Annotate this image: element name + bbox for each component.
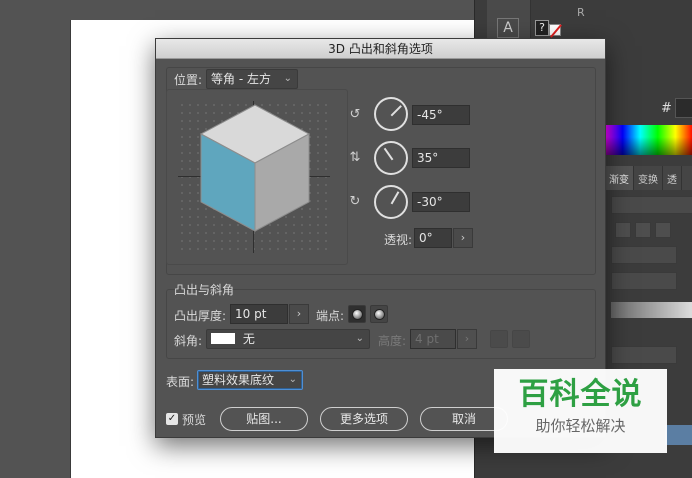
position-label: 位置:: [174, 73, 203, 87]
position-dropdown[interactable]: 等角 - 左方 ⌄: [206, 69, 298, 89]
surface-label: 表面:: [166, 375, 195, 389]
help-icon[interactable]: ?: [535, 20, 549, 36]
x-axis-rotation-icon: ↺: [349, 107, 361, 122]
bevel-shape-swatch: [211, 333, 235, 344]
height-value: 4 pt: [415, 332, 439, 346]
preview-checkbox[interactable]: ✓: [166, 413, 178, 425]
panel-option-button[interactable]: [635, 222, 651, 238]
z-rotation-input[interactable]: -30°: [412, 192, 470, 212]
color-spectrum[interactable]: [605, 125, 692, 155]
bevel-dropdown[interactable]: 无 ⌄: [206, 329, 370, 349]
type-tool-icon[interactable]: A: [497, 18, 519, 38]
dial-needle: [383, 147, 394, 161]
hex-label: #: [661, 101, 672, 116]
cube-trackball[interactable]: [178, 101, 330, 253]
r-channel-label: R: [577, 6, 585, 19]
surface-value: 塑料效果底纹: [202, 373, 275, 387]
tab-gradient[interactable]: 渐变: [605, 166, 634, 190]
perspective-label: 透视:: [384, 233, 413, 247]
hex-input[interactable]: [675, 98, 692, 118]
preview-label: 预览: [182, 413, 207, 427]
cap-off-icon: [374, 309, 385, 320]
panel-option-button[interactable]: [655, 222, 671, 238]
surface-dropdown[interactable]: 塑料效果底纹 ⌄: [197, 370, 303, 390]
depth-input[interactable]: 10 pt ›: [230, 304, 309, 324]
watermark-logo: 百科全说 助你轻松解决: [494, 369, 667, 453]
perspective-value: 0°: [419, 231, 433, 245]
selected-layer-row[interactable]: [665, 425, 692, 445]
height-label: 高度:: [378, 334, 407, 348]
depth-label: 凸出厚度:: [174, 309, 227, 323]
position-value: 等角 - 左方: [211, 72, 271, 86]
chevron-right-icon: ›: [457, 329, 477, 349]
cube-preview[interactable]: [178, 101, 330, 253]
cap-off-button[interactable]: [370, 305, 388, 323]
dialog-title: 3D 凸出和斜角选项: [156, 39, 605, 59]
bevel-in-button: [512, 330, 530, 348]
z-axis-rotation-icon: ↻: [349, 194, 361, 209]
cap-on-icon: [352, 309, 363, 320]
cap-on-button[interactable]: [348, 305, 366, 323]
watermark-sub-text: 助你轻松解决: [535, 417, 626, 435]
panel-dropdown[interactable]: [611, 246, 677, 264]
none-swatch-icon[interactable]: [549, 24, 561, 36]
bevel-out-button: [490, 330, 508, 348]
chevron-right-icon[interactable]: ›: [289, 304, 309, 324]
panel-option-button[interactable]: [615, 222, 631, 238]
chevron-down-icon: ⌄: [283, 73, 292, 84]
bevel-label: 斜角:: [174, 334, 203, 348]
dial-needle: [390, 105, 402, 117]
gradient-slider[interactable]: [611, 302, 692, 318]
chevron-down-icon: ⌄: [355, 333, 364, 344]
depth-value: 10 pt: [235, 307, 267, 321]
dial-needle: [390, 191, 400, 205]
bevel-value: 无: [242, 332, 255, 346]
chevron-down-icon: ⌄: [288, 374, 297, 385]
y-rotation-input[interactable]: 35°: [412, 148, 470, 168]
x-rotation-input[interactable]: -45°: [412, 105, 470, 125]
z-rotation-dial[interactable]: [374, 185, 408, 219]
chevron-right-icon[interactable]: ›: [453, 228, 473, 248]
tab-transparency[interactable]: 透: [663, 166, 682, 190]
perspective-input[interactable]: 0° ›: [414, 228, 473, 248]
map-button[interactable]: 贴图...: [220, 407, 308, 431]
x-rotation-dial[interactable]: [374, 97, 408, 131]
cap-label: 端点:: [316, 309, 345, 323]
extrude-bevel-section-label: 凸出与斜角: [174, 283, 235, 297]
panel-dropdown[interactable]: [611, 346, 677, 364]
height-input: 4 pt ›: [410, 329, 477, 349]
y-axis-rotation-icon: ⇅: [349, 150, 361, 165]
watermark-main-text: 百科全说: [518, 377, 643, 412]
panel-tabs: 渐变 变换 透: [605, 166, 692, 190]
panel-dropdown[interactable]: [611, 272, 677, 290]
tab-transform[interactable]: 变换: [634, 166, 663, 190]
more-options-button[interactable]: 更多选项: [320, 407, 408, 431]
panel-field[interactable]: [611, 196, 692, 214]
y-rotation-dial[interactable]: [374, 141, 408, 175]
